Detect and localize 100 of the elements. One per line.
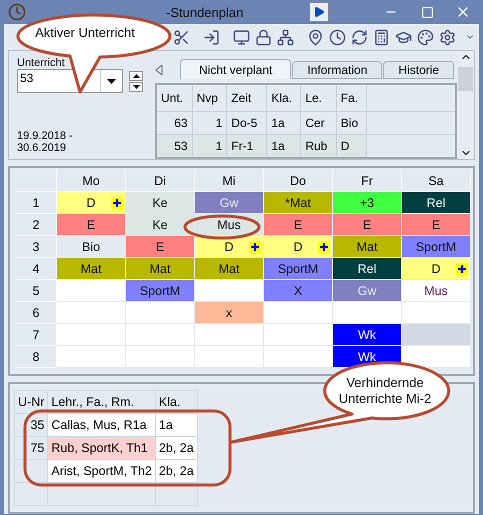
window-title: -Stundenplan [166,4,244,20]
spin-up-button[interactable] [129,71,143,81]
lesson-cell[interactable] [195,346,264,368]
play-button[interactable] [309,2,329,22]
play-icon [313,6,325,18]
lesson-cell[interactable]: D [57,192,126,214]
lesson-cell[interactable] [195,324,264,346]
clock-icon [329,28,346,46]
table-cell: 53 [156,134,192,158]
lesson-cell[interactable]: E [57,214,126,236]
lesson-cell[interactable]: E [126,236,195,258]
palette-icon [417,28,434,46]
lesson-cell[interactable]: Mat [333,236,402,258]
table-cell: Do-5 [226,112,267,134]
lesson-cell[interactable]: Rel [333,258,402,280]
table-cell: 2b, 2a [155,436,198,460]
scroll-left-icon [155,65,163,75]
lesson-cell[interactable]: Wk [333,324,402,346]
table-cell: Arist, SportM, Th2 [48,460,156,482]
lesson-cell[interactable] [402,346,471,368]
door-icon [202,28,220,46]
column-header: Kla. [266,84,301,112]
column-header: Unt. [156,84,192,112]
date-range: 19.9.2018 - 30.6.2019 [17,130,74,155]
settings-icon [439,28,456,46]
plus-icon [111,197,123,209]
lesson-cell[interactable] [57,324,126,346]
table-cell: 63 [156,112,192,134]
tab[interactable]: Nicht verplant [180,59,292,79]
field-label: Unterricht [17,57,65,69]
column-header: U-Nr [14,390,48,414]
table-cell: D [336,134,366,158]
lesson-cell[interactable]: Rel [402,192,471,214]
tab[interactable]: Historie [383,61,454,79]
network-icon [276,28,294,46]
lesson-cell[interactable]: D [402,258,471,280]
table-cell: 1a [266,112,301,134]
table-cell: Rub, SportK, Th1 [48,436,156,460]
table-cell: 1 [192,134,227,158]
lesson-cell[interactable] [57,302,126,324]
spin-down-button[interactable] [129,82,143,92]
lock-icon [254,28,272,46]
column-header: Le. [300,84,336,112]
lesson-cell[interactable] [264,346,333,368]
table-cell: Callas, Mus, R1a [48,414,156,436]
lesson-cell[interactable] [126,302,195,324]
lesson-cell[interactable] [264,324,333,346]
down-arrow-icon [132,85,140,89]
table-cell: Rub [300,134,336,158]
table-cell: Cer [300,112,336,134]
column-header: Nvp [192,84,227,112]
lesson-cell[interactable]: E [264,214,333,236]
lesson-cell[interactable]: SportM [126,280,195,302]
lesson-cell[interactable]: +3 [333,192,402,214]
maximize-icon [420,6,434,18]
callout-text: Aktiver Unterricht [34,25,136,42]
table-cell: 1a [155,414,198,436]
lesson-cell[interactable] [126,324,195,346]
plus-icon [249,241,261,253]
lesson-cell[interactable] [333,302,402,324]
lesson-cell[interactable]: Ke [126,214,195,236]
table-cell: 1a [266,134,301,158]
plus-icon [318,241,330,253]
pin-icon [306,28,324,46]
caret-icon [107,78,116,84]
lesson-cell[interactable] [57,346,126,368]
lesson-cell[interactable] [126,346,195,368]
calculator-icon [373,28,390,46]
callout-text: Verhindernde Unterrichte Mi-2 [338,375,432,408]
lesson-cell[interactable]: D [195,236,264,258]
lesson-cell[interactable] [402,302,471,324]
lesson-cell[interactable]: SportM [264,258,333,280]
lesson-cell[interactable]: Ke [126,192,195,214]
lesson-cell[interactable]: Mat [126,258,195,280]
app-icon [8,3,26,21]
lesson-cell[interactable]: Mus [402,280,471,302]
lesson-cell[interactable]: x [195,302,264,324]
lesson-cell[interactable]: *Mat [264,192,333,214]
monitor-icon [232,28,250,46]
lesson-cell[interactable]: SportM [402,236,471,258]
lesson-cell[interactable]: D [264,236,333,258]
tab[interactable]: Information [292,61,382,79]
lesson-cell[interactable]: Mat [57,258,126,280]
table-cell: Bio [336,112,366,134]
lesson-cell[interactable] [57,280,126,302]
scrollbar-thumb [458,67,473,91]
lesson-cell[interactable] [264,302,333,324]
lesson-cell[interactable]: X [264,280,333,302]
column-header: Zeit [226,84,267,112]
table-cell: Fr-1 [226,134,267,158]
table-cell: 2b, 2a [155,460,198,482]
lesson-cell[interactable]: E [333,214,402,236]
plus-icon [456,263,468,275]
lesson-cell[interactable]: E [402,214,471,236]
up-arrow-icon [132,74,140,78]
refresh-icon [351,28,368,46]
lesson-cell[interactable]: Mat [195,258,264,280]
lesson-cell[interactable] [402,324,471,346]
scissors-icon [172,28,190,46]
lesson-cell[interactable] [195,280,264,302]
